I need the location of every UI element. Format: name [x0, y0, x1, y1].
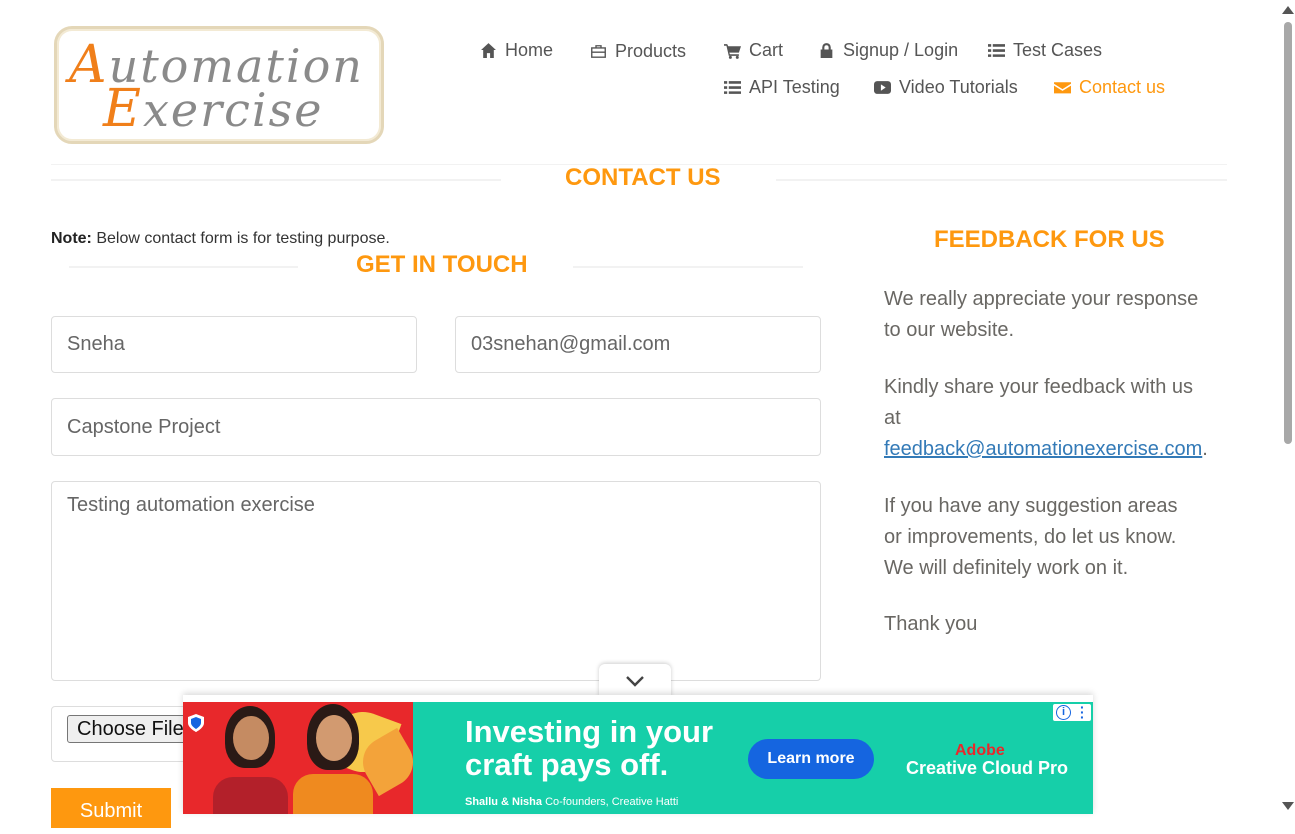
- ad-brand-product: Creative Cloud Pro: [906, 758, 1069, 778]
- scroll-down-arrow-icon[interactable]: [1282, 802, 1294, 810]
- nav-signup-login-label: Signup / Login: [843, 40, 959, 60]
- youtube-play-icon: [874, 81, 891, 94]
- list-icon: [724, 81, 741, 94]
- ad-caption: Shallu & Nisha Co-founders, Creative Hat…: [465, 796, 679, 808]
- email-input[interactable]: 03snehan@gmail.com: [455, 316, 821, 373]
- nav-signup-login[interactable]: Signup / Login: [818, 40, 958, 61]
- nav-api-testing[interactable]: API Testing: [724, 77, 840, 98]
- ad-info-controls[interactable]: i · · ·: [1053, 700, 1091, 724]
- nav-test-cases-label: Test Cases: [1013, 40, 1103, 60]
- envelope-icon: [1054, 82, 1071, 94]
- more-options-icon[interactable]: · · ·: [1080, 700, 1085, 724]
- nav-home-label: Home: [505, 40, 554, 60]
- site-logo[interactable]: Automation Exercise: [54, 26, 384, 144]
- info-icon[interactable]: i: [1056, 705, 1071, 720]
- ad-photo: [183, 702, 423, 814]
- lock-icon: [820, 43, 833, 58]
- briefcase-icon: [591, 45, 606, 58]
- ad-headline: Investing in your craft pays off.: [465, 714, 714, 782]
- page-title: CONTACT US: [565, 164, 721, 191]
- ad-collapse-button[interactable]: [599, 664, 671, 697]
- ad-creative[interactable]: Investing in your craft pays off. Shallu …: [183, 702, 1093, 814]
- subject-input[interactable]: Capstone Project: [51, 398, 821, 456]
- feedback-heading: FEEDBACK FOR US: [934, 226, 1165, 253]
- list-icon: [988, 44, 1005, 57]
- feedback-email-link[interactable]: feedback@automationexercise.com: [884, 438, 1202, 460]
- title-rule-right: [776, 179, 1227, 181]
- form-heading-rule-left: [69, 266, 298, 268]
- nav-cart-label: Cart: [749, 40, 784, 60]
- ad-learn-more-button[interactable]: Learn more: [748, 739, 874, 779]
- ad-banner[interactable]: Investing in your craft pays off. Shallu …: [183, 695, 1093, 814]
- title-rule-left: [51, 179, 501, 181]
- home-icon: [481, 43, 496, 58]
- name-input[interactable]: Sneha: [51, 316, 417, 373]
- form-note: Note: Below contact form is for testing …: [51, 230, 390, 247]
- nav-products-label: Products: [615, 41, 687, 61]
- scroll-up-arrow-icon[interactable]: [1282, 6, 1294, 14]
- feedback-paragraph-2: Kindly share your feedback with us at fe…: [884, 376, 1208, 460]
- nav-api-testing-label: API Testing: [749, 77, 840, 97]
- logo-line-2: Exercise: [103, 79, 324, 139]
- form-heading-rule-right: [573, 266, 803, 268]
- nav-home[interactable]: Home: [480, 40, 553, 61]
- chevron-down-icon: [626, 676, 644, 687]
- nav-cart[interactable]: Cart: [724, 40, 783, 61]
- nav-video-tutorials[interactable]: Video Tutorials: [874, 77, 1018, 98]
- page-scrollbar[interactable]: [1280, 0, 1295, 814]
- feedback-paragraph-1: We really appreciate your response to ou…: [884, 288, 1199, 341]
- nav-products[interactable]: Products: [590, 41, 686, 62]
- feedback-thank-you: Thank you: [884, 613, 978, 635]
- cart-icon: [724, 44, 741, 59]
- submit-button[interactable]: Submit: [51, 788, 171, 828]
- feedback-paragraph-3: If you have any suggestion areas or impr…: [884, 495, 1178, 579]
- nav-contact-us[interactable]: Contact us: [1054, 77, 1165, 98]
- get-in-touch-heading: GET IN TOUCH: [356, 251, 528, 278]
- nav-video-tutorials-label: Video Tutorials: [899, 77, 1018, 97]
- adchoices-shield-icon[interactable]: [188, 714, 204, 732]
- scrollbar-thumb[interactable]: [1284, 22, 1292, 444]
- message-textarea[interactable]: Testing automation exercise: [51, 481, 821, 681]
- nav-contact-us-label: Contact us: [1079, 77, 1166, 97]
- nav-test-cases[interactable]: Test Cases: [988, 40, 1102, 61]
